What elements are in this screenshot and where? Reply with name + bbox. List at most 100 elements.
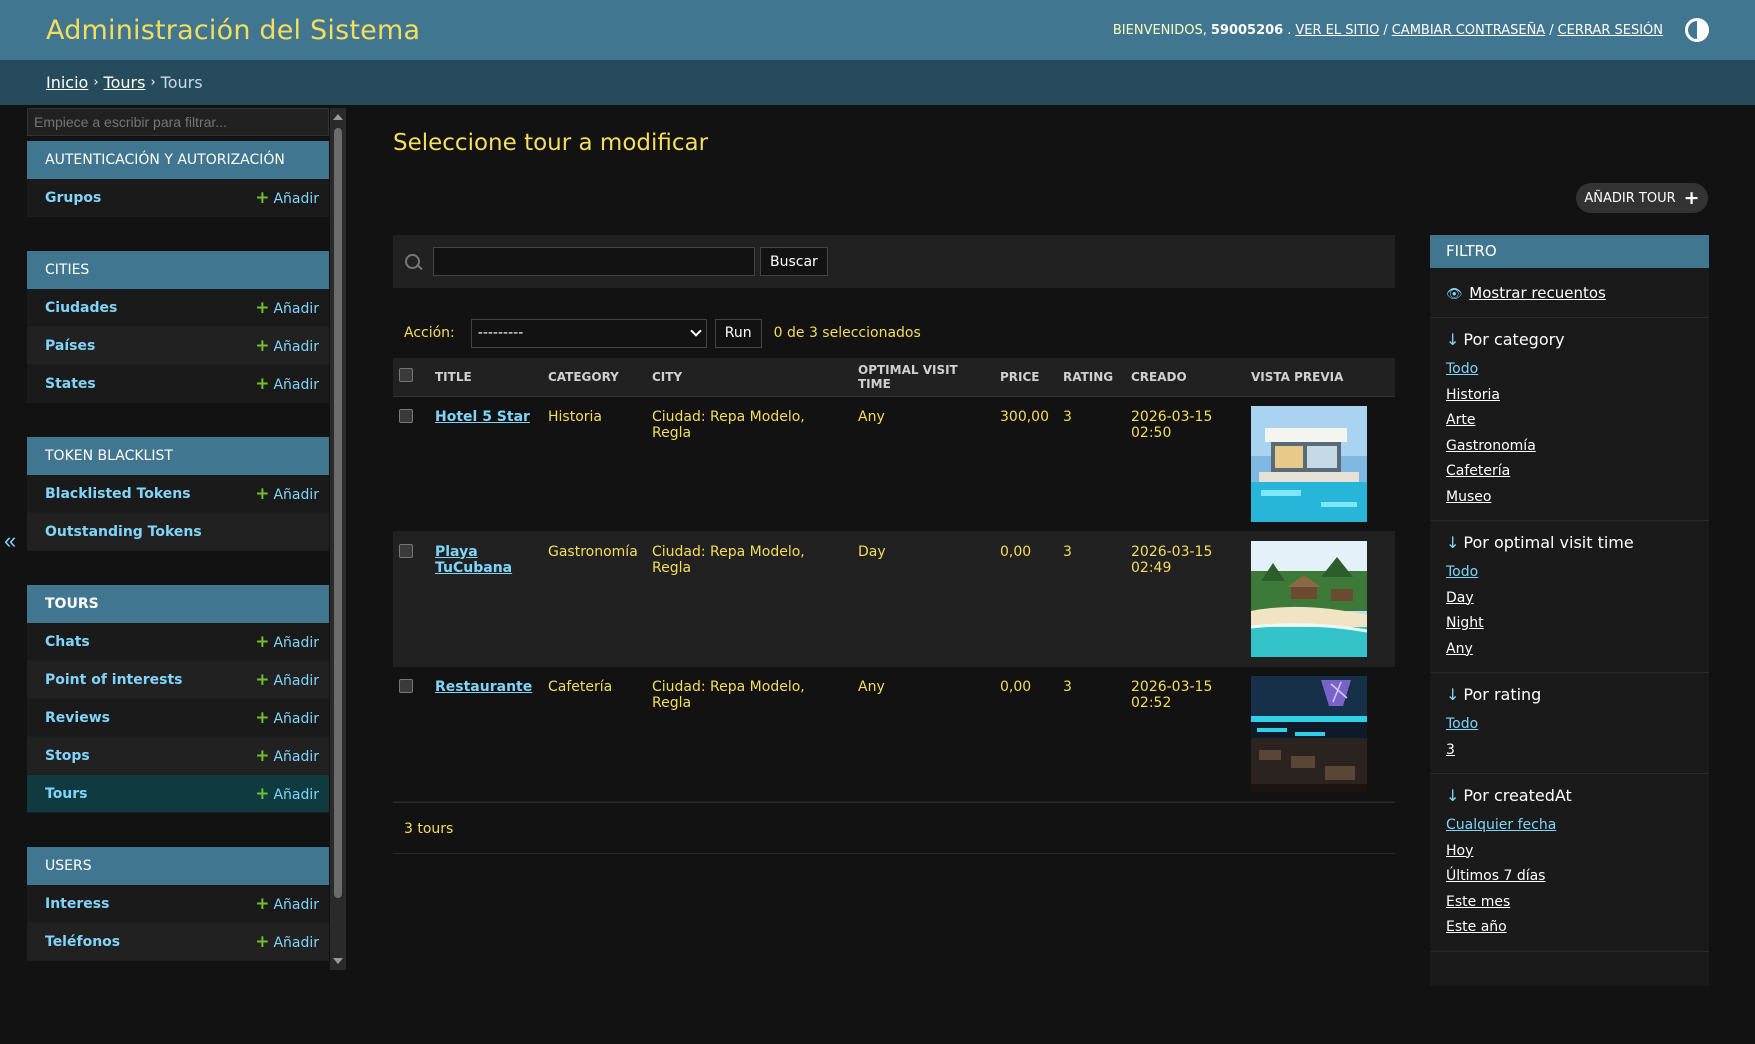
column-header-created[interactable]: Creado <box>1125 358 1245 397</box>
show-counts-link[interactable]: Mostrar recuentos <box>1469 284 1606 302</box>
sidebar-item-link[interactable]: Países <box>45 338 95 354</box>
column-header-category[interactable]: Category <box>542 358 646 397</box>
filter-choice-link[interactable]: Cualquier fecha <box>1446 817 1556 833</box>
sidebar-item-link[interactable]: States <box>45 376 96 392</box>
category-cell: Historia <box>542 396 646 532</box>
filter-choice-link[interactable]: Este mes <box>1446 894 1510 910</box>
filter-choices: Cualquier fecha Hoy Últimos 7 días Este mes… <box>1446 817 1693 945</box>
page-title: Seleccione tour a modificar <box>393 130 709 156</box>
sidebar-module-caption[interactable]: Tours <box>27 585 329 623</box>
search-input[interactable] <box>433 247 755 276</box>
sidebar-add-link[interactable]: + Añadir <box>255 632 319 652</box>
filter-choice-link[interactable]: Arte <box>1446 412 1475 428</box>
sidebar-add-link[interactable]: + Añadir <box>255 746 319 766</box>
column-header-price[interactable]: Price <box>994 358 1057 397</box>
sidebar-filter-input[interactable] <box>27 108 329 136</box>
sidebar-add-link[interactable]: + Añadir <box>255 932 319 952</box>
sidebar-module-caption[interactable]: Token Blacklist <box>27 437 329 475</box>
sidebar-item-link[interactable]: Outstanding Tokens <box>45 524 202 540</box>
sidebar-item-link[interactable]: Chats <box>45 634 90 650</box>
view-site-link[interactable]: Ver el sitio <box>1295 23 1379 38</box>
sidebar-item-link[interactable]: Interess <box>45 896 109 912</box>
filter-choice-link[interactable]: Todo <box>1446 716 1478 732</box>
sidebar-modules: Autenticación y autorización Grupos + Añadi… <box>27 141 329 961</box>
filter-choice-link[interactable]: Hoy <box>1446 843 1473 859</box>
title-cell: Restaurante <box>429 666 542 802</box>
select-all-header <box>393 358 429 397</box>
sidebar-add-link[interactable]: + Añadir <box>255 374 319 394</box>
select-all-checkbox[interactable] <box>399 368 413 383</box>
search-button[interactable]: Buscar <box>760 247 828 276</box>
column-header-city[interactable]: City <box>646 358 852 397</box>
add-tour-button[interactable]: Añadir tour + <box>1576 183 1708 213</box>
filter-choice-link[interactable]: Museo <box>1446 489 1491 505</box>
filter-choice-link[interactable]: Gastronomía <box>1446 438 1536 454</box>
filter-choice-link[interactable]: Day <box>1446 590 1474 606</box>
sidebar-add-link[interactable]: + Añadir <box>255 894 319 914</box>
username: 59005206 <box>1210 22 1284 38</box>
filter-group-title[interactable]: ↓ Por optimal visit time <box>1446 533 1693 552</box>
logout-link[interactable]: Cerrar sesión <box>1558 23 1663 38</box>
tour-title-link[interactable]: Playa TuCubana <box>435 544 512 576</box>
filter-choice-link[interactable]: 3 <box>1446 742 1455 758</box>
sidebar-item-link[interactable]: Ciudades <box>45 300 117 316</box>
sidebar-item-link[interactable]: Stops <box>45 748 90 764</box>
sidebar-add-link[interactable]: + Añadir <box>255 336 319 356</box>
sidebar-toggle-icon[interactable]: « <box>4 528 16 554</box>
optimal-visit-time-cell: Any <box>852 666 994 802</box>
sidebar-item-link[interactable]: Grupos <box>45 190 101 206</box>
change-password-link[interactable]: Cambiar contraseña <box>1392 23 1545 38</box>
row-checkbox[interactable] <box>399 408 413 423</box>
sidebar-add-link[interactable]: + Añadir <box>255 188 319 208</box>
filter-choice-link[interactable]: Últimos 7 días <box>1446 868 1545 884</box>
sidebar-add-link[interactable]: + Añadir <box>255 298 319 318</box>
sidebar-item: Stops + Añadir <box>27 737 329 775</box>
run-button[interactable]: Run <box>714 318 762 348</box>
sidebar-module-caption[interactable]: Cities <box>27 251 329 289</box>
breadcrumb-app[interactable]: Tours <box>104 73 146 92</box>
sidebar-item-link[interactable]: Reviews <box>45 710 110 726</box>
preview-cell <box>1245 666 1395 802</box>
breadcrumb-home[interactable]: Inicio <box>46 73 88 92</box>
column-header-rating[interactable]: Rating <box>1057 358 1125 397</box>
sidebar-item-link[interactable]: Point of interests <box>45 672 183 688</box>
tour-title-link[interactable]: Restaurante <box>435 679 532 695</box>
filter-choice-link[interactable]: Este año <box>1446 919 1507 935</box>
sidebar-item-link[interactable]: Blacklisted Tokens <box>45 486 191 502</box>
filter-choice-link[interactable]: Historia <box>1446 387 1500 403</box>
search-toolbar: Buscar <box>393 235 1395 288</box>
site-branding[interactable]: Administración del Sistema <box>46 15 420 46</box>
filter-choice: Este año <box>1446 919 1693 945</box>
scroll-down-icon[interactable] <box>333 958 343 964</box>
column-header-title[interactable]: Title <box>429 358 542 397</box>
filter-group-title[interactable]: ↓ Por category <box>1446 330 1693 349</box>
created-cell: 2026-03-15 02:49 <box>1125 531 1245 667</box>
filter-choice-link[interactable]: Any <box>1446 641 1473 657</box>
sidebar-add-link[interactable]: + Añadir <box>255 484 319 504</box>
filter-choice-link[interactable]: Cafetería <box>1446 463 1510 479</box>
theme-toggle-icon[interactable] <box>1685 18 1709 42</box>
row-checkbox[interactable] <box>399 678 413 693</box>
action-select[interactable]: --------- <box>470 318 707 348</box>
scroll-up-icon[interactable] <box>333 114 343 120</box>
sidebar-add-link[interactable]: + Añadir <box>255 784 319 804</box>
sidebar-add-link[interactable]: + Añadir <box>255 670 319 690</box>
row-checkbox[interactable] <box>399 543 413 558</box>
sidebar-add-link[interactable]: + Añadir <box>255 708 319 728</box>
sidebar-item-link[interactable]: Teléfonos <box>45 934 120 950</box>
sidebar-module-caption[interactable]: Autenticación y autorización <box>27 141 329 179</box>
filter-choice-link[interactable]: Todo <box>1446 564 1478 580</box>
sidebar-item-link[interactable]: Tours <box>45 786 88 802</box>
sidebar-module-caption[interactable]: Users <box>27 847 329 885</box>
column-header-optimal-visit-time[interactable]: Optimal visit time <box>852 358 994 397</box>
scrollbar-thumb[interactable] <box>334 128 342 898</box>
sidebar-module: Tours Chats + Añadir Point of interests + Añad… <box>27 585 329 813</box>
filter-choice-link[interactable]: Todo <box>1446 361 1478 377</box>
filter-group-title[interactable]: ↓ Por rating <box>1446 685 1693 704</box>
filter-choice: Todo <box>1446 564 1693 590</box>
plus-icon: + <box>255 931 270 952</box>
sidebar-scrollbar[interactable] <box>330 108 346 970</box>
tour-title-link[interactable]: Hotel 5 Star <box>435 409 530 425</box>
filter-choice-link[interactable]: Night <box>1446 615 1484 631</box>
filter-group-title[interactable]: ↓ Por createdAt <box>1446 786 1693 805</box>
